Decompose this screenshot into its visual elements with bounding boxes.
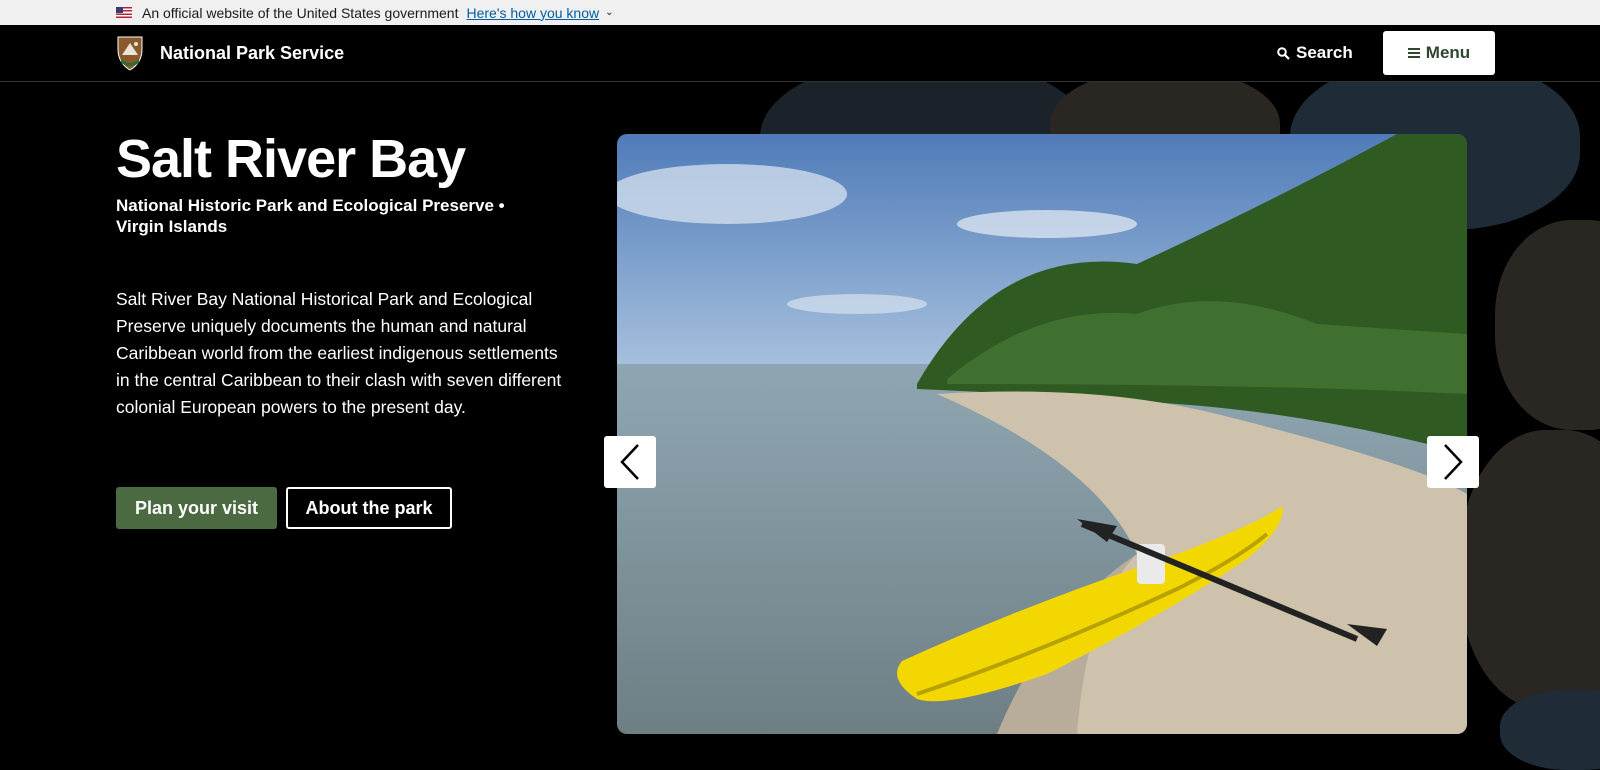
gov-banner: An official website of the United States…: [0, 0, 1600, 25]
menu-button[interactable]: Menu: [1383, 31, 1495, 75]
search-button[interactable]: Search: [1277, 43, 1353, 63]
carousel-next-button[interactable]: [1427, 436, 1479, 488]
chevron-left-icon: [620, 444, 639, 480]
plan-your-visit-button[interactable]: Plan your visit: [116, 487, 277, 529]
us-flag-icon: [116, 7, 132, 18]
park-subtitle: National Historic Park and Ecological Pr…: [116, 196, 505, 236]
bg-blob: [1500, 690, 1600, 770]
site-header: National Park Service Search Menu: [0, 25, 1600, 82]
park-description: Salt River Bay National Historical Park …: [116, 289, 562, 417]
menu-label: Menu: [1425, 43, 1471, 62]
page-title: Salt River Bay: [116, 129, 466, 189]
chevron-down-icon[interactable]: ⌄: [605, 7, 613, 18]
bg-blob: [1495, 220, 1600, 430]
about-the-park-button[interactable]: About the park: [286, 487, 452, 529]
chevron-right-icon: [1444, 444, 1463, 480]
gov-banner-text: An official website of the United States…: [142, 4, 459, 21]
search-label: Search: [1296, 43, 1353, 62]
search-icon: [1277, 46, 1290, 60]
carousel-prev-button[interactable]: [604, 436, 656, 488]
site-name[interactable]: National Park Service: [160, 43, 344, 64]
bg-blob: [1460, 430, 1600, 710]
hamburger-icon: [1407, 48, 1420, 58]
how-you-know-link[interactable]: Here's how you know: [466, 5, 599, 21]
hero-photo: [617, 134, 1467, 734]
nps-arrowhead-icon[interactable]: [116, 35, 144, 71]
